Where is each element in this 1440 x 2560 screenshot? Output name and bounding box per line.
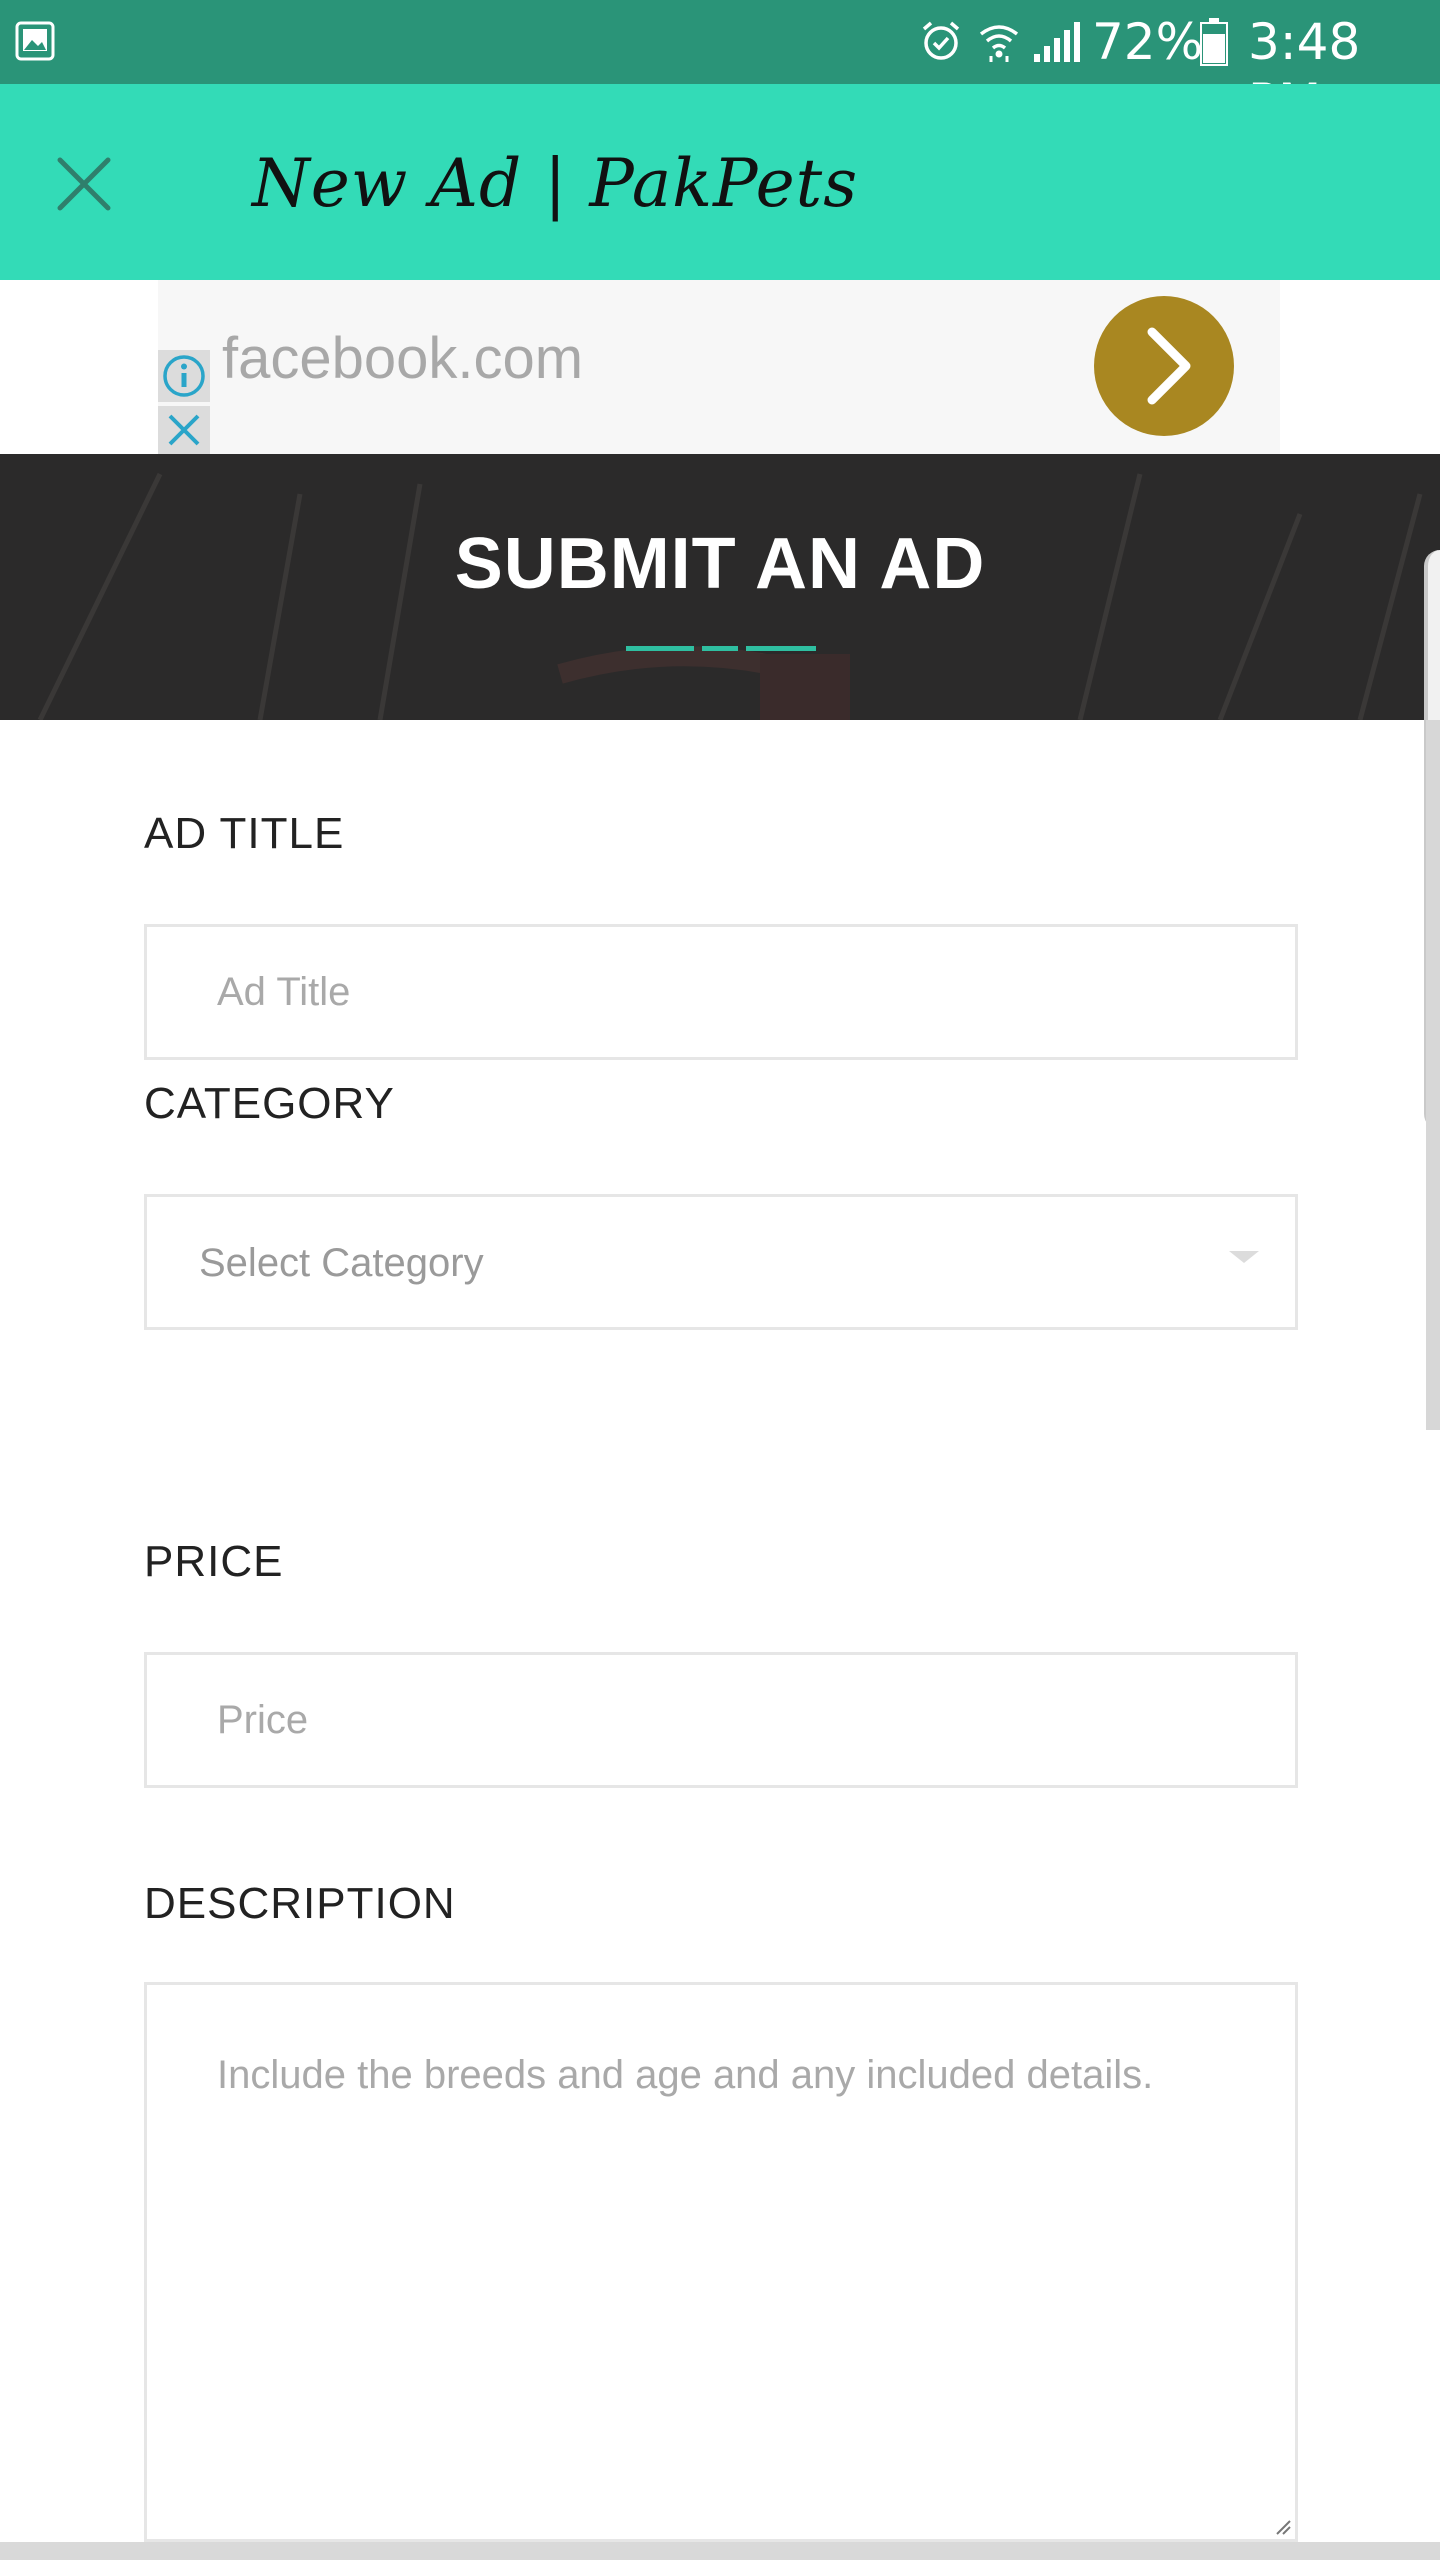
battery-percent: 72% bbox=[1092, 13, 1204, 71]
ad-title-input[interactable] bbox=[147, 927, 1295, 1057]
close-icon[interactable] bbox=[40, 140, 128, 228]
ad-title-field[interactable] bbox=[144, 924, 1298, 1060]
description-label: DESCRIPTION bbox=[144, 1879, 456, 1928]
gallery-icon bbox=[15, 21, 55, 61]
resize-grip-icon[interactable] bbox=[1273, 2517, 1291, 2535]
battery-icon bbox=[1200, 18, 1228, 66]
ad-banner[interactable]: facebook.com bbox=[158, 280, 1280, 454]
hero-title: SUBMIT AN AD bbox=[454, 524, 986, 604]
price-input[interactable] bbox=[147, 1655, 1295, 1785]
price-label: PRICE bbox=[144, 1537, 284, 1586]
description-textarea[interactable] bbox=[147, 1985, 1295, 2539]
app-bar: New Ad | PakPets bbox=[0, 84, 1440, 280]
description-field[interactable] bbox=[144, 1982, 1298, 2542]
category-selected-value: Select Category bbox=[199, 1241, 484, 1285]
chevron-right-icon bbox=[1147, 327, 1191, 405]
page-title: New Ad | PakPets bbox=[252, 145, 859, 222]
category-label: CATEGORY bbox=[144, 1079, 395, 1128]
ad-close-icon[interactable] bbox=[158, 406, 210, 454]
ad-arrow-button[interactable] bbox=[1094, 296, 1234, 436]
alarm-icon bbox=[922, 21, 960, 60]
title-divider bbox=[626, 646, 816, 651]
category-select[interactable]: Select Category bbox=[144, 1194, 1298, 1330]
scrollbar[interactable] bbox=[1426, 720, 1440, 1430]
ad-title-label: AD TITLE bbox=[144, 809, 345, 858]
price-field[interactable] bbox=[144, 1652, 1298, 1788]
info-icon[interactable] bbox=[158, 350, 210, 402]
bottom-edge bbox=[0, 2542, 1440, 2560]
wifi-icon bbox=[979, 25, 1019, 62]
status-bar: 72% 3:48 PM bbox=[0, 0, 1440, 131]
chevron-down-icon bbox=[1229, 1251, 1259, 1263]
hero-header: SUBMIT AN AD bbox=[0, 454, 1440, 720]
signal-icon bbox=[1034, 22, 1080, 62]
ad-domain: facebook.com bbox=[222, 326, 584, 391]
